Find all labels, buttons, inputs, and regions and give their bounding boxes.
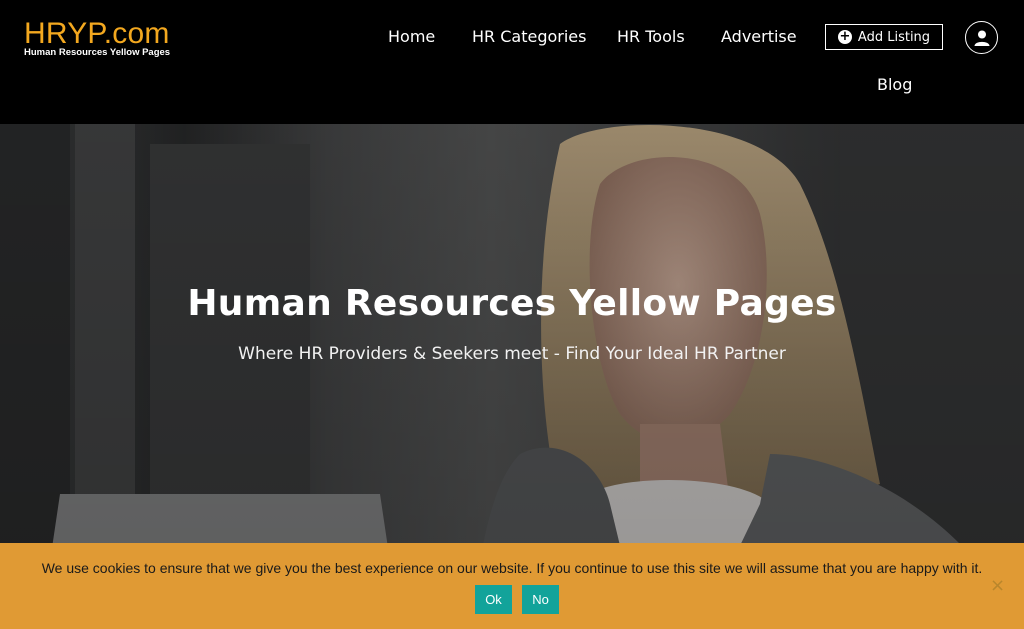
nav-blog[interactable]: Blog bbox=[877, 75, 912, 95]
nav-home[interactable]: Home bbox=[388, 27, 435, 47]
nav-advertise[interactable]: Advertise bbox=[721, 27, 797, 47]
close-icon[interactable]: × bbox=[990, 576, 1005, 596]
add-listing-button[interactable]: + Add Listing bbox=[825, 24, 943, 50]
nav-hr-tools[interactable]: HR Tools bbox=[617, 27, 685, 47]
logo-wordmark: HRYP.com bbox=[24, 17, 170, 50]
cookie-ok-button[interactable]: Ok bbox=[475, 585, 512, 614]
logo-tagline: Human Resources Yellow Pages bbox=[24, 47, 171, 58]
user-account-icon bbox=[974, 30, 989, 46]
plus-circle-icon: + bbox=[837, 29, 852, 44]
cookie-message: We use cookies to ensure that we give yo… bbox=[41, 560, 983, 576]
cookie-no-button[interactable]: No bbox=[522, 585, 559, 614]
hero-title: Human Resources Yellow Pages bbox=[187, 283, 837, 324]
account-button[interactable] bbox=[965, 21, 998, 54]
add-listing-label: Add Listing bbox=[857, 29, 931, 45]
hero-subtitle: Where HR Providers & Seekers meet - Find… bbox=[238, 344, 786, 364]
nav-hr-categories[interactable]: HR Categories bbox=[472, 27, 586, 47]
cookie-consent-bar: We use cookies to ensure that we give yo… bbox=[0, 543, 1024, 629]
site-header: HRYP.com Human Resources Yellow Pages Ho… bbox=[0, 0, 1024, 124]
site-logo[interactable]: HRYP.com Human Resources Yellow Pages bbox=[24, 18, 170, 58]
